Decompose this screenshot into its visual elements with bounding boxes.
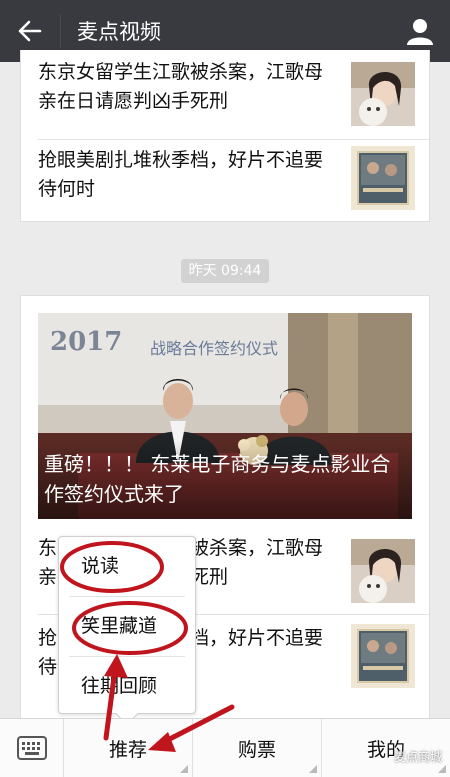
keyboard-icon	[16, 736, 47, 760]
hero-title: 重磅！！！ 东莱电子商务与麦点影业合作签约仪式来了	[38, 441, 412, 519]
list-divider	[38, 139, 429, 140]
article-title: 抢眼美剧扎堆秋季档，好片不追要待何时	[38, 149, 324, 200]
article-thumbnail	[351, 539, 415, 603]
submenu-indicator-icon	[309, 765, 317, 773]
menu-recommend[interactable]: 推荐	[64, 719, 193, 777]
menu-tickets[interactable]: 购票	[193, 719, 322, 777]
header-separator	[60, 14, 61, 48]
hero-banner-text: 战略合作签约仪式	[150, 339, 279, 358]
submenu-item-shuodu[interactable]: 说读	[59, 537, 195, 596]
menu-recommend-label: 推荐	[108, 738, 147, 761]
article-card-previous: 东京女留学生江歌被杀案，江歌母亲在日请愿判凶手死刑 抢眼美剧扎堆秋季档，好片不追…	[20, 50, 430, 222]
person-icon	[407, 19, 433, 45]
article-thumbnail	[351, 62, 415, 126]
submenu-item-xiaoli[interactable]: 笑里藏道	[59, 597, 195, 656]
hero-banner-year: 2017	[50, 327, 123, 357]
submenu-indicator-icon	[180, 765, 188, 773]
watermark: 麦点商城	[393, 750, 442, 764]
article-thumbnail	[351, 146, 415, 210]
submenu-indicator-icon	[438, 765, 446, 773]
recommend-submenu: 说读 笑里藏道 往期回顾	[58, 536, 196, 726]
message-timestamp: 昨天 09:44	[181, 259, 269, 283]
article-title: 东京女留学生江歌被杀案，江歌母亲在日请愿判凶手死刑	[38, 61, 324, 112]
bottom-menu-bar: 推荐 购票 我的	[0, 718, 450, 777]
page-title: 麦点视频	[77, 20, 161, 44]
back-arrow-icon	[18, 20, 42, 42]
menu-tickets-label: 购票	[237, 738, 276, 761]
hero-article[interactable]: 2017 战略合作签约仪式 重磅！！！ 东莱电子商务与麦点影业合作签约仪式来了	[38, 313, 412, 519]
keyboard-toggle-button[interactable]	[0, 719, 64, 777]
article-thumbnail	[351, 624, 415, 688]
